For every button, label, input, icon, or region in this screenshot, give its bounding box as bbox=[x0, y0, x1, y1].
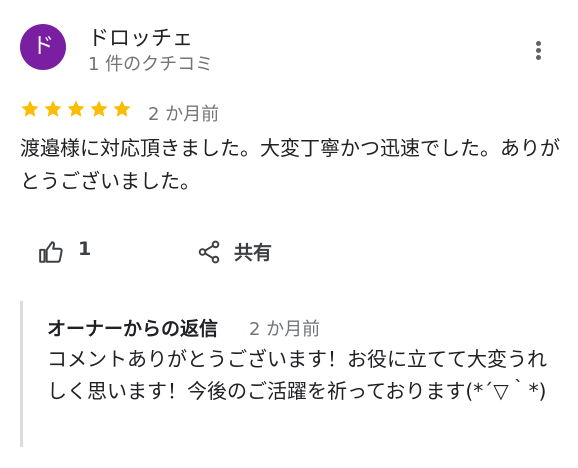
review-header: ド ドロッチェ 1 件のクチコミ bbox=[20, 22, 560, 78]
more-vert-icon-dot bbox=[536, 48, 541, 53]
author-name[interactable]: ドロッチェ bbox=[88, 22, 193, 52]
thumb-up-icon bbox=[39, 241, 63, 263]
rating-row: 2 か月前 bbox=[20, 99, 420, 125]
share-label: 共有 bbox=[234, 242, 273, 264]
star-icon bbox=[113, 100, 131, 117]
owner-reply: オーナーからの返信 2 か月前 コメントありがとうございます！お役に立てて大変う… bbox=[20, 301, 563, 447]
owner-reply-title: オーナーからの返信 bbox=[47, 318, 219, 340]
star-icon bbox=[90, 100, 108, 117]
more-options-button[interactable] bbox=[524, 36, 552, 64]
star-icon bbox=[67, 100, 85, 117]
avatar[interactable]: ド bbox=[20, 24, 66, 70]
owner-reply-date: 2 か月前 bbox=[249, 319, 321, 340]
more-vert-icon-dot bbox=[536, 55, 541, 60]
star-icon bbox=[21, 100, 39, 117]
review-card: ド ドロッチェ 1 件のクチコミ 2 か月前 渡邉様に対応頂きました。大変丁寧か… bbox=[0, 0, 578, 468]
share-button[interactable]: 共有 bbox=[196, 234, 316, 270]
review-date: 2 か月前 bbox=[148, 104, 220, 125]
review-text: 渡邉様に対応頂きました。大変丁寧かつ迅速でした。ありがとうございました。 bbox=[20, 136, 560, 193]
more-vert-icon bbox=[536, 41, 541, 46]
share-icon bbox=[198, 240, 220, 264]
like-count: 1 bbox=[78, 238, 92, 260]
author-review-count: 1 件のクチコミ bbox=[88, 54, 214, 75]
star-icon bbox=[44, 100, 62, 117]
star-rating bbox=[20, 99, 135, 125]
owner-reply-text: コメントありがとうございます！お役に立てて大変うれしく思います！今後のご活躍を祈… bbox=[47, 347, 547, 403]
review-actions: 1 共有 bbox=[38, 234, 538, 270]
